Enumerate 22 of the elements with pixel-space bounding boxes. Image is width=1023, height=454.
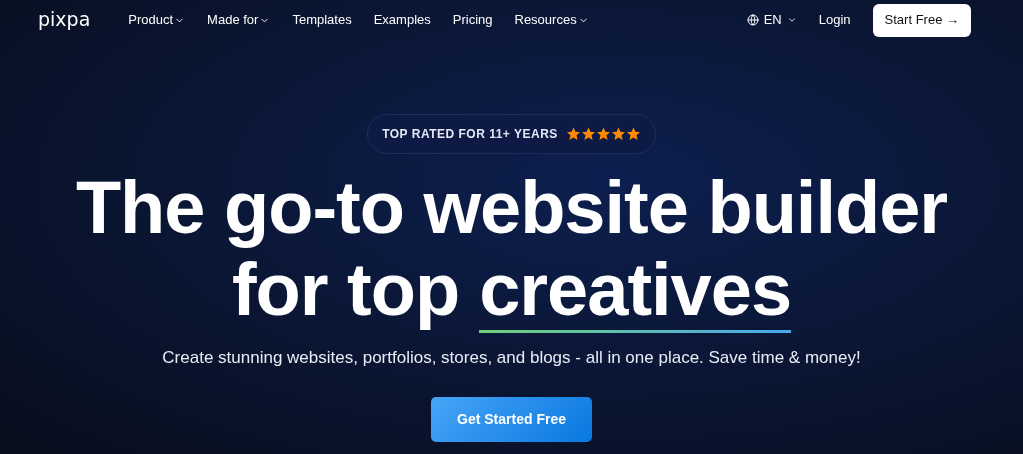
highlighted-word: creatives [479,250,792,333]
hero-subtitle: Create stunning websites, portfolios, stores, and blogs - all in one place. Save time & money! [162,347,861,369]
nav-link[interactable]: Resources [514,10,589,30]
nav-link[interactable]: Product [128,10,186,30]
nav-link[interactable]: Examples [373,10,431,30]
star-icon [610,127,626,141]
star-icon [625,127,641,141]
headline-line: for top [231,250,460,330]
star-icon [580,127,596,141]
star-icon [595,127,611,141]
login-link[interactable]: Login [818,10,851,30]
logo[interactable]: pixpa [38,4,91,34]
nav-link[interactable]: Made for [207,10,271,30]
badge-text: TOP RATED FOR 11+ YEARS [382,126,558,143]
nav-link[interactable]: Templates [292,10,352,30]
headline-line: The go-to website builder [75,166,948,250]
globe-icon [746,14,759,26]
chevron-down-icon [786,15,797,25]
start-free-button[interactable]: Start Free → [872,3,971,37]
nav-link[interactable]: Pricing [452,10,493,30]
language-selector[interactable]: EN [746,10,797,30]
star-icon [565,127,581,141]
